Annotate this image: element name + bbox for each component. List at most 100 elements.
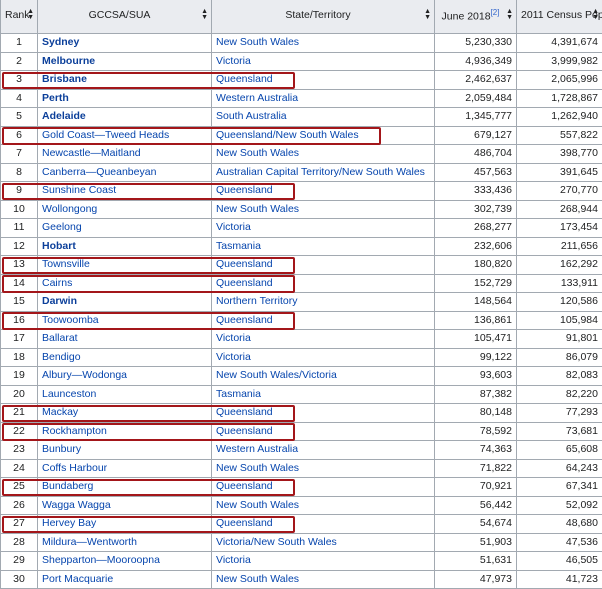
city-link[interactable]: Perth xyxy=(38,89,212,108)
state-link[interactable]: New South Wales xyxy=(212,496,435,515)
state-link[interactable]: Queensland xyxy=(212,71,435,90)
city-link[interactable]: Coffs Harbour xyxy=(38,459,212,478)
city-link[interactable]: Sydney xyxy=(38,34,212,53)
city-link[interactable]: Melbourne xyxy=(38,52,212,71)
census-cell: 52,092 xyxy=(517,496,602,515)
table-row: 5AdelaideSouth Australia1,345,7771,262,9… xyxy=(1,108,602,127)
city-link[interactable]: Ballarat xyxy=(38,330,212,349)
census-cell: 77,293 xyxy=(517,404,602,423)
city-link[interactable]: Toowoomba xyxy=(38,311,212,330)
state-link[interactable]: Tasmania xyxy=(212,237,435,256)
city-link[interactable]: Bendigo xyxy=(38,348,212,367)
rank-cell: 11 xyxy=(1,219,38,238)
rank-header[interactable]: Rank ▲▼ xyxy=(1,0,38,34)
table-row: 8Canberra—QueanbeyanAustralian Capital T… xyxy=(1,163,602,182)
june-2018-cell: 5,230,330 xyxy=(435,34,517,53)
state-link[interactable]: New South Wales xyxy=(212,459,435,478)
rank-cell: 16 xyxy=(1,311,38,330)
city-link[interactable]: Mildura—Wentworth xyxy=(38,533,212,552)
state-link[interactable]: Queensland xyxy=(212,182,435,201)
state-link[interactable]: Victoria xyxy=(212,330,435,349)
state-link[interactable]: Western Australia xyxy=(212,89,435,108)
city-link[interactable]: Launceston xyxy=(38,385,212,404)
sort-arrows-icon[interactable]: ▲▼ xyxy=(506,9,513,21)
state-link[interactable]: New South Wales xyxy=(212,570,435,589)
june-2018-cell: 180,820 xyxy=(435,256,517,275)
gccsa-header[interactable]: GCCSA/SUA ▲▼ xyxy=(38,0,212,34)
city-link[interactable]: Newcastle—Maitland xyxy=(38,145,212,164)
census-header[interactable]: 2011 Census Population ▲▼ xyxy=(517,0,602,34)
city-link[interactable]: Cairns xyxy=(38,274,212,293)
city-link[interactable]: Rockhampton xyxy=(38,422,212,441)
june-2018-cell: 56,442 xyxy=(435,496,517,515)
rank-cell: 27 xyxy=(1,515,38,534)
city-link[interactable]: Shepparton—Mooroopna xyxy=(38,552,212,571)
table-row: 1SydneyNew South Wales5,230,3304,391,674 xyxy=(1,34,602,53)
rank-header-label: Rank xyxy=(5,9,30,21)
state-link[interactable]: New South Wales xyxy=(212,34,435,53)
city-link[interactable]: Adelaide xyxy=(38,108,212,127)
table-body: 1SydneyNew South Wales5,230,3304,391,674… xyxy=(1,34,602,589)
table-row: 26Wagga WaggaNew South Wales56,44252,092 xyxy=(1,496,602,515)
sort-arrows-icon[interactable]: ▲▼ xyxy=(592,9,599,21)
city-link[interactable]: Hobart xyxy=(38,237,212,256)
state-link[interactable]: Queensland/New South Wales xyxy=(212,126,435,145)
city-link[interactable]: Bundaberg xyxy=(38,478,212,497)
june-2018-cell: 136,861 xyxy=(435,311,517,330)
reference-link[interactable]: [2] xyxy=(491,8,500,17)
state-link[interactable]: New South Wales/Victoria xyxy=(212,367,435,386)
city-link[interactable]: Wollongong xyxy=(38,200,212,219)
state-link[interactable]: Queensland xyxy=(212,256,435,275)
table-row: 22RockhamptonQueensland78,59273,681 xyxy=(1,422,602,441)
state-link[interactable]: Northern Territory xyxy=(212,293,435,312)
census-header-label: 2011 Census Population xyxy=(521,9,602,21)
state-link[interactable]: Victoria xyxy=(212,348,435,367)
june-2018-cell: 80,148 xyxy=(435,404,517,423)
rank-cell: 2 xyxy=(1,52,38,71)
rank-cell: 26 xyxy=(1,496,38,515)
city-link[interactable]: Wagga Wagga xyxy=(38,496,212,515)
state-link[interactable]: Queensland xyxy=(212,515,435,534)
city-link[interactable]: Hervey Bay xyxy=(38,515,212,534)
june-2018-cell: 78,592 xyxy=(435,422,517,441)
city-link[interactable]: Canberra—Queanbeyan xyxy=(38,163,212,182)
state-link[interactable]: Victoria/New South Wales xyxy=(212,533,435,552)
table-row: 18BendigoVictoria99,12286,079 xyxy=(1,348,602,367)
city-link[interactable]: Port Macquarie xyxy=(38,570,212,589)
city-link[interactable]: Albury—Wodonga xyxy=(38,367,212,386)
sort-arrows-icon[interactable]: ▲▼ xyxy=(201,9,208,21)
city-link[interactable]: Geelong xyxy=(38,219,212,238)
city-link[interactable]: Sunshine Coast xyxy=(38,182,212,201)
city-link[interactable]: Townsville xyxy=(38,256,212,275)
state-link[interactable]: Queensland xyxy=(212,404,435,423)
sort-arrows-icon[interactable]: ▲▼ xyxy=(424,9,431,21)
city-link[interactable]: Brisbane xyxy=(38,71,212,90)
city-link[interactable]: Gold Coast—Tweed Heads xyxy=(38,126,212,145)
june-2018-header[interactable]: June 2018[2] ▲▼ xyxy=(435,0,517,34)
city-link[interactable]: Bunbury xyxy=(38,441,212,460)
state-link[interactable]: Australian Capital Territory/New South W… xyxy=(212,163,435,182)
census-cell: 398,770 xyxy=(517,145,602,164)
state-link[interactable]: New South Wales xyxy=(212,145,435,164)
state-link[interactable]: Victoria xyxy=(212,552,435,571)
rank-cell: 8 xyxy=(1,163,38,182)
state-link[interactable]: Victoria xyxy=(212,52,435,71)
state-link[interactable]: Queensland xyxy=(212,311,435,330)
rank-cell: 18 xyxy=(1,348,38,367)
state-link[interactable]: South Australia xyxy=(212,108,435,127)
state-header[interactable]: State/Territory ▲▼ xyxy=(212,0,435,34)
state-link[interactable]: New South Wales xyxy=(212,200,435,219)
census-cell: 82,083 xyxy=(517,367,602,386)
city-link[interactable]: Mackay xyxy=(38,404,212,423)
state-link[interactable]: Victoria xyxy=(212,219,435,238)
state-link[interactable]: Western Australia xyxy=(212,441,435,460)
census-cell: 391,645 xyxy=(517,163,602,182)
state-link[interactable]: Queensland xyxy=(212,478,435,497)
state-link[interactable]: Queensland xyxy=(212,422,435,441)
table-row: 23BunburyWestern Australia74,36365,608 xyxy=(1,441,602,460)
june-2018-cell: 87,382 xyxy=(435,385,517,404)
city-link[interactable]: Darwin xyxy=(38,293,212,312)
state-link[interactable]: Tasmania xyxy=(212,385,435,404)
state-link[interactable]: Queensland xyxy=(212,274,435,293)
sort-arrows-icon[interactable]: ▲▼ xyxy=(27,9,34,21)
